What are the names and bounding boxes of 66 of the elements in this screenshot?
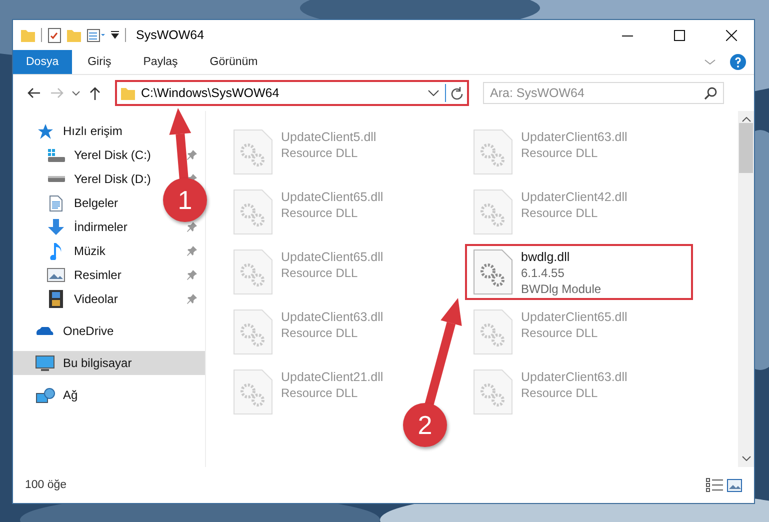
file-detail: Resource DLL bbox=[281, 265, 358, 281]
help-icon[interactable] bbox=[730, 54, 746, 70]
back-arrow-icon bbox=[26, 88, 40, 98]
image-icon bbox=[47, 268, 65, 282]
sidebar-item[interactable]: Bu bilgisayar bbox=[13, 351, 205, 375]
drive-icon bbox=[48, 176, 64, 182]
sidebar-item[interactable]: Resimler bbox=[13, 263, 128, 287]
computer-icon bbox=[35, 354, 55, 372]
sidebar-item[interactable]: Hızlı erişim bbox=[13, 119, 128, 143]
file-detail: Resource DLL bbox=[281, 385, 358, 401]
maximize-icon bbox=[674, 30, 684, 40]
search-field[interactable]: Ara: SysWOW64 bbox=[483, 82, 724, 104]
file-detail: Resource DLL bbox=[521, 205, 598, 221]
scroll-up-icon[interactable] bbox=[742, 117, 750, 122]
sidebar-item[interactable]: OneDrive bbox=[13, 319, 120, 343]
sidebar-item[interactable]: Yerel Disk (C:) bbox=[13, 143, 157, 167]
forward-arrow-icon bbox=[50, 88, 64, 98]
arrow bbox=[169, 108, 192, 180]
sidebar-item[interactable]: İndirmeler bbox=[13, 215, 134, 239]
cloud-icon bbox=[36, 327, 54, 335]
search-icon[interactable] bbox=[704, 87, 717, 100]
file-detail: Resource DLL bbox=[521, 145, 598, 161]
ribbon-tab[interactable]: Dosya bbox=[13, 50, 72, 74]
file-detail: 6.1.4.55 bbox=[521, 265, 564, 281]
file-gears-icon[interactable] bbox=[473, 249, 513, 295]
scroll-down-icon[interactable] bbox=[742, 456, 750, 461]
ribbon-tab[interactable]: Giriş bbox=[72, 50, 128, 74]
window-title: SysWOW64 bbox=[135, 28, 206, 42]
sidebar-item[interactable]: Müzik bbox=[13, 239, 112, 263]
star-icon bbox=[38, 124, 52, 138]
address-bar[interactable]: C:\Windows\SysWOW64 bbox=[115, 80, 469, 106]
scrollbar-thumb[interactable] bbox=[739, 123, 753, 173]
large-icons-view-icon[interactable] bbox=[727, 478, 742, 492]
refresh-icon bbox=[450, 86, 463, 100]
ribbon-tab[interactable]: Paylaş bbox=[127, 50, 194, 74]
dropdown-caret-icon[interactable] bbox=[428, 90, 439, 96]
film-icon bbox=[49, 290, 63, 308]
file-detail: Resource DLL bbox=[281, 325, 358, 341]
file-name[interactable]: bwdlg.dll bbox=[521, 249, 570, 265]
up-arrow-icon bbox=[90, 86, 100, 100]
sidebar-item[interactable]: Ağ bbox=[13, 383, 84, 407]
close-icon bbox=[726, 30, 736, 40]
caret-icon bbox=[72, 90, 80, 96]
file-detail: Resource DLL bbox=[521, 325, 598, 341]
sidebar-item[interactable]: Videolar bbox=[13, 287, 124, 311]
folder-icon bbox=[121, 86, 135, 100]
network-icon bbox=[36, 388, 54, 402]
file-detail: BWDlg Module bbox=[521, 281, 602, 297]
expand-chevron-icon[interactable] bbox=[704, 59, 716, 65]
sidebar-item[interactable]: Belgeler bbox=[13, 191, 124, 215]
sidebar-item[interactable]: Yerel Disk (D:) bbox=[13, 167, 157, 191]
ribbon-tab[interactable]: Görünüm bbox=[194, 50, 274, 74]
folder-icon bbox=[21, 28, 35, 42]
download-arrow-icon bbox=[48, 219, 64, 235]
document-icon bbox=[49, 194, 63, 212]
file-detail: Resource DLL bbox=[281, 145, 358, 161]
music-note-icon bbox=[50, 242, 62, 260]
customize-caret-icon[interactable] bbox=[111, 31, 119, 39]
properties-icon[interactable] bbox=[48, 28, 61, 42]
drive-icon bbox=[48, 148, 64, 162]
view-icon[interactable] bbox=[87, 28, 105, 42]
address-path: C:\Windows\SysWOW64 bbox=[140, 86, 280, 100]
item-count: 100 öğe bbox=[25, 479, 67, 491]
file-detail: Resource DLL bbox=[521, 385, 598, 401]
file-detail: Resource DLL bbox=[281, 205, 358, 221]
details-view-icon[interactable] bbox=[706, 478, 723, 492]
